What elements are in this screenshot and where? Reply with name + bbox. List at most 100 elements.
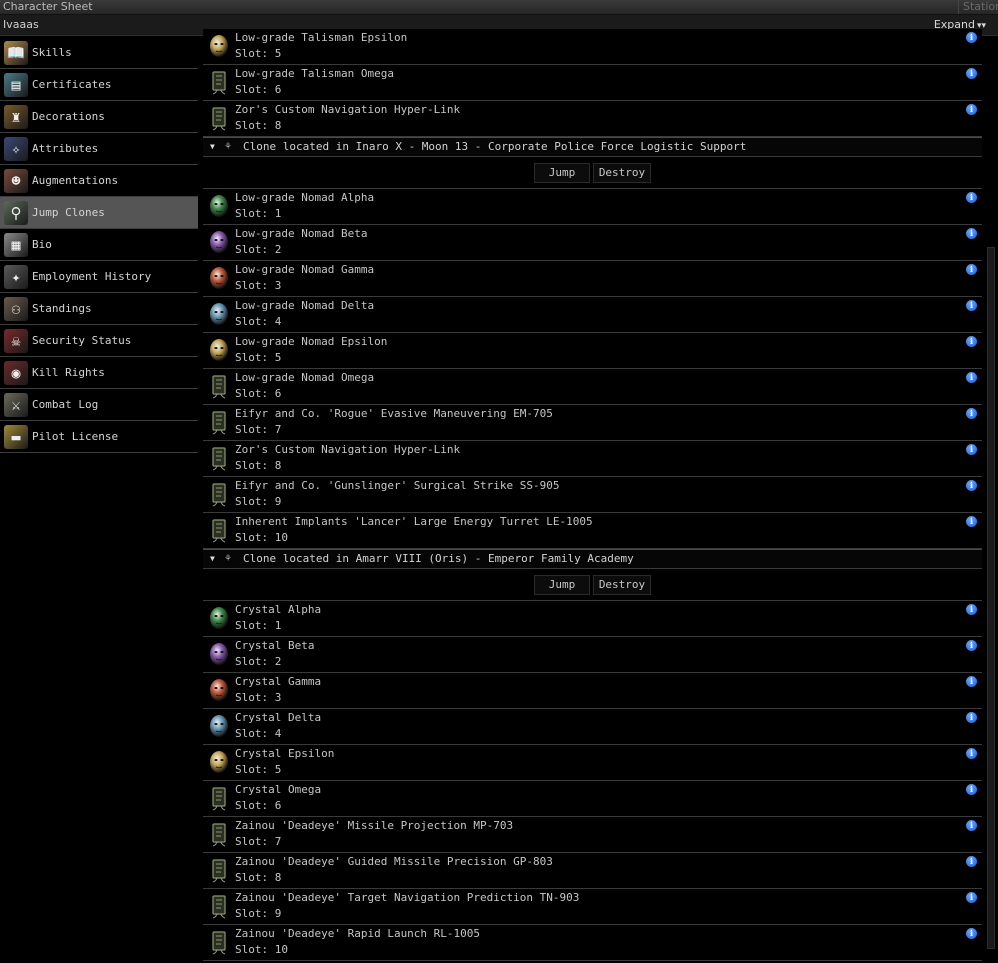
implant-row[interactable]: Low-grade Nomad Beta Slot: 2 i (203, 225, 982, 261)
window-titlebar[interactable]: Character Sheet Station (0, 0, 998, 15)
info-icon[interactable]: i (966, 264, 977, 275)
info-icon[interactable]: i (966, 748, 977, 759)
implant-row[interactable]: Crystal Gamma Slot: 3 i (203, 673, 982, 709)
info-icon[interactable]: i (966, 300, 977, 311)
sidebar-item-jump-clones[interactable]: ⚲ Jump Clones (0, 197, 198, 229)
destroy-button[interactable]: Destroy (593, 163, 651, 183)
implant-row[interactable]: Eifyr and Co. 'Rogue' Evasive Maneuverin… (203, 405, 982, 441)
jump-button[interactable]: Jump (534, 575, 590, 595)
info-icon[interactable]: i (966, 820, 977, 831)
info-icon[interactable]: i (966, 408, 977, 419)
info-icon[interactable]: i (966, 480, 977, 491)
implant-row[interactable]: Crystal Beta Slot: 2 i (203, 637, 982, 673)
clone-actions: Jump Destroy (203, 157, 982, 189)
implant-slot: Slot: 1 (235, 207, 282, 220)
sidebar-item-decorations[interactable]: ♜ Decorations (0, 101, 198, 133)
info-icon[interactable]: i (966, 676, 977, 687)
implant-row[interactable]: Low-grade Nomad Delta Slot: 4 i (203, 297, 982, 333)
info-icon[interactable]: i (966, 892, 977, 903)
implant-row[interactable]: Zainou 'Deadeye' Missile Projection MP-7… (203, 817, 982, 853)
sidebar-item-standings[interactable]: ⚇ Standings (0, 293, 198, 325)
jump-button[interactable]: Jump (534, 163, 590, 183)
info-icon[interactable]: i (966, 104, 977, 115)
implant-row[interactable]: Crystal Delta Slot: 4 i (203, 709, 982, 745)
implant-row[interactable]: Zainou 'Deadeye' Guided Missile Precisio… (203, 853, 982, 889)
sidebar-item-security-status[interactable]: ☠ Security Status (0, 325, 198, 357)
sidebar-item-pilot-license[interactable]: ▬ Pilot License (0, 421, 198, 453)
sidebar: 📖 Skills ▤ Certificates ♜ Decorations ✧ Attribu… (0, 37, 198, 963)
implant-name: Eifyr and Co. 'Gunslinger' Surgical Stri… (235, 479, 560, 492)
clone-section-header[interactable]: ▼ ⚘ Clone located in Inaro X - Moon 13 - C… (203, 137, 982, 157)
info-icon[interactable]: i (966, 516, 977, 527)
info-icon[interactable]: i (966, 192, 977, 203)
book-icon: 📖 (4, 41, 28, 65)
info-icon[interactable]: i (966, 928, 977, 939)
sidebar-item-bio[interactable]: ▦ Bio (0, 229, 198, 261)
info-icon[interactable]: i (966, 32, 977, 43)
implant-name: Crystal Beta (235, 639, 315, 652)
collapse-triangle-icon[interactable]: ▼ (210, 552, 215, 566)
sidebar-item-employment-history[interactable]: ✦ Employment History (0, 261, 198, 293)
implant-slot: Slot: 8 (235, 459, 282, 472)
jump-clones-panel: Low-grade Talisman Epsilon Slot: 5 i Low-gr… (203, 29, 982, 961)
implant-slot: Slot: 4 (235, 315, 282, 328)
implant-chip-icon (208, 894, 230, 919)
character-name: Ivaaas (3, 18, 39, 31)
scrollbar-thumb[interactable] (987, 247, 995, 949)
implant-name: Crystal Delta (235, 711, 322, 724)
implant-row[interactable]: Zainou 'Deadeye' Rapid Launch RL-1005 Slo… (203, 925, 982, 961)
implant-slot: Slot: 5 (235, 763, 282, 776)
implant-row[interactable]: Crystal Omega Slot: 6 i (203, 781, 982, 817)
sidebar-item-label: Security Status (32, 334, 132, 347)
implant-slot: Slot: 3 (235, 691, 282, 704)
sidebar-item-certificates[interactable]: ▤ Certificates (0, 69, 198, 101)
implant-row[interactable]: Low-grade Nomad Epsilon Slot: 5 i (203, 333, 982, 369)
implant-row[interactable]: Zor's Custom Navigation Hyper-Link Slot: … (203, 441, 982, 477)
sidebar-item-label: Employment History (32, 270, 152, 283)
info-icon[interactable]: i (966, 444, 977, 455)
implant-row[interactable]: Low-grade Nomad Gamma Slot: 3 i (203, 261, 982, 297)
info-icon[interactable]: i (966, 228, 977, 239)
info-icon[interactable]: i (966, 712, 977, 723)
info-icon[interactable]: i (966, 784, 977, 795)
implant-row[interactable]: Zainou 'Deadeye' Target Navigation Predi… (203, 889, 982, 925)
info-icon[interactable]: i (966, 336, 977, 347)
implant-row[interactable]: Zor's Custom Navigation Hyper-Link Slot: … (203, 101, 982, 137)
station-tab[interactable]: Station (958, 0, 998, 14)
implant-head-icon (208, 606, 230, 631)
implant-chip-icon (208, 858, 230, 883)
implant-chip-icon (208, 786, 230, 811)
sidebar-item-combat-log[interactable]: ⚔ Combat Log (0, 389, 198, 421)
info-icon[interactable]: i (966, 372, 977, 383)
sidebar-item-augmentations[interactable]: ☻ Augmentations (0, 165, 198, 197)
implant-row[interactable]: Crystal Epsilon Slot: 5 i (203, 745, 982, 781)
info-icon[interactable]: i (966, 640, 977, 651)
implant-row[interactable]: Low-grade Talisman Omega Slot: 6 i (203, 65, 982, 101)
implant-row[interactable]: Crystal Alpha Slot: 1 i (203, 601, 982, 637)
implant-head-icon (208, 34, 230, 59)
implant-slot: Slot: 7 (235, 423, 282, 436)
augmentation-head-icon: ☻ (4, 169, 28, 193)
clone-section-header[interactable]: ▼ ⚘ Clone located in Amarr VIII (Oris) - E… (203, 549, 982, 569)
scrollbar[interactable] (983, 37, 998, 963)
implant-name: Low-grade Nomad Delta (235, 299, 375, 312)
implant-head-icon (208, 230, 230, 255)
collapse-triangle-icon[interactable]: ▼ (210, 140, 215, 154)
sidebar-item-attributes[interactable]: ✧ Attributes (0, 133, 198, 165)
implant-head-icon (208, 194, 230, 219)
sidebar-item-skills[interactable]: 📖 Skills (0, 37, 198, 69)
implant-row[interactable]: Low-grade Talisman Epsilon Slot: 5 i (203, 29, 982, 65)
implant-row[interactable]: Eifyr and Co. 'Gunslinger' Surgical Stri… (203, 477, 982, 513)
clone-location-icon: ⚘ (225, 141, 232, 152)
destroy-button[interactable]: Destroy (593, 575, 651, 595)
implant-row[interactable]: Low-grade Nomad Alpha Slot: 1 i (203, 189, 982, 225)
info-icon[interactable]: i (966, 68, 977, 79)
implant-head-icon (208, 642, 230, 667)
info-icon[interactable]: i (966, 604, 977, 615)
info-icon[interactable]: i (966, 856, 977, 867)
implant-row[interactable]: Low-grade Nomad Omega Slot: 6 i (203, 369, 982, 405)
implant-row[interactable]: Inherent Implants 'Lancer' Large Energy … (203, 513, 982, 549)
sidebar-item-kill-rights[interactable]: ◉ Kill Rights (0, 357, 198, 389)
implant-name: Low-grade Talisman Epsilon (235, 31, 408, 44)
implant-head-icon (208, 750, 230, 775)
